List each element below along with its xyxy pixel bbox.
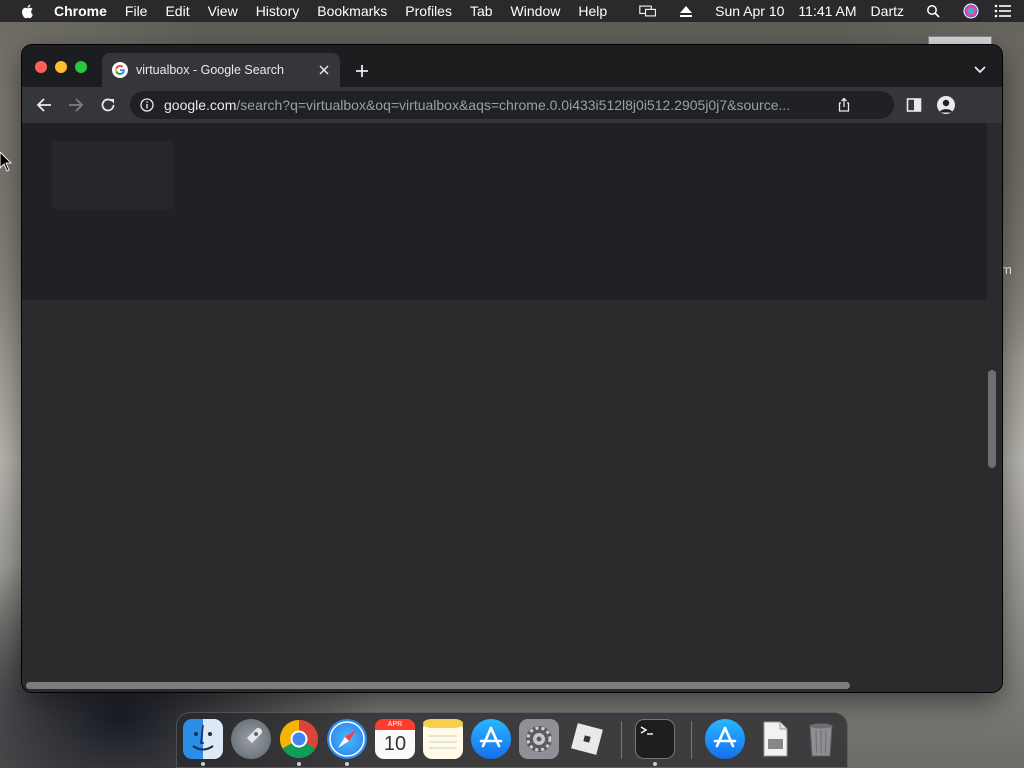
tab-active[interactable]: virtualbox - Google Search [102, 53, 340, 87]
downloads-icon [713, 726, 737, 748]
loading-placeholder [52, 141, 174, 209]
dock-chrome[interactable] [279, 719, 319, 759]
new-tab-button[interactable] [352, 61, 372, 81]
menubar-time[interactable]: 11:41 AM [798, 3, 856, 19]
dock-system-preferences[interactable] [519, 719, 559, 759]
trash-icon [809, 723, 833, 757]
eject-icon[interactable] [677, 3, 695, 19]
dock-trash[interactable] [801, 719, 841, 759]
screen-mirroring-icon[interactable] [639, 3, 657, 19]
menu-file[interactable]: File [125, 3, 148, 19]
desktop-item-label[interactable]: m [1001, 262, 1012, 277]
arrow-left-icon [36, 98, 51, 112]
running-indicator [653, 762, 657, 766]
window-minimize-button[interactable] [55, 61, 67, 73]
terminal-icon [640, 726, 653, 735]
calendar-month: APR [375, 719, 415, 730]
google-favicon-icon [112, 62, 128, 78]
dock-finder[interactable] [183, 719, 223, 759]
running-indicator [297, 762, 301, 766]
share-icon[interactable] [836, 97, 852, 113]
system-preferences-icon [526, 726, 552, 752]
browser-window: virtualbox - Google Search google.com/se… [22, 45, 1002, 692]
page-content[interactable] [22, 123, 1002, 692]
address-bar[interactable]: google.com/search?q=virtualbox&oq=virtua… [130, 91, 894, 119]
dock-safari[interactable] [327, 719, 367, 759]
forward-button[interactable] [66, 95, 86, 115]
menubar-status-area: Sun Apr 10 11:41 AM Dartz [639, 0, 1024, 22]
mouse-pointer-icon [0, 152, 12, 172]
page-header-region [22, 123, 987, 300]
reload-icon [101, 98, 115, 112]
roblox-icon [571, 723, 603, 755]
finder-icon [192, 724, 214, 751]
safari-icon [329, 721, 365, 757]
url-path: /search?q=virtualbox&oq=virtualbox&aqs=c… [236, 97, 791, 113]
tab-strip: virtualbox - Google Search [22, 45, 1002, 87]
site-info-icon[interactable] [140, 98, 154, 112]
siri-icon[interactable] [962, 3, 980, 19]
vertical-scrollbar[interactable] [988, 370, 996, 468]
dock-terminal[interactable] [635, 719, 675, 759]
arrow-right-icon [69, 98, 84, 112]
reload-button[interactable] [98, 95, 118, 115]
launchpad-icon [242, 728, 262, 750]
window-zoom-button[interactable] [75, 61, 87, 73]
side-panel-icon[interactable] [906, 97, 922, 113]
running-indicator [345, 762, 349, 766]
menu-history[interactable]: History [256, 3, 300, 19]
dock-separator [691, 721, 692, 759]
menu-bookmarks[interactable]: Bookmarks [317, 3, 387, 19]
dock-app-store[interactable] [471, 719, 511, 759]
horizontal-scrollbar[interactable] [26, 682, 850, 689]
tab-search-button[interactable] [972, 62, 988, 78]
url-host: google.com [164, 97, 237, 113]
tab-close-icon[interactable] [316, 62, 332, 78]
calendar-day: 10 [383, 733, 407, 755]
menu-view[interactable]: View [208, 3, 238, 19]
menubar-date[interactable]: Sun Apr 10 [715, 3, 784, 19]
dock-separator [621, 721, 622, 759]
menu-help[interactable]: Help [578, 3, 607, 19]
app-store-icon [479, 726, 503, 748]
notes-icon [423, 719, 463, 749]
document-icon [763, 721, 788, 757]
chrome-icon [279, 719, 319, 759]
dock-notes[interactable] [423, 719, 463, 759]
url-text[interactable]: google.com/search?q=virtualbox&oq=virtua… [164, 97, 792, 113]
menu-window[interactable]: Window [511, 3, 561, 19]
window-close-button[interactable] [35, 61, 47, 73]
dock: APR 10 [176, 712, 848, 768]
menu-edit[interactable]: Edit [165, 3, 189, 19]
profile-avatar-icon[interactable] [937, 96, 955, 114]
menu-tab[interactable]: Tab [470, 3, 493, 19]
apple-menu-icon[interactable] [20, 3, 36, 19]
back-button[interactable] [34, 95, 54, 115]
tab-title: virtualbox - Google Search [136, 63, 284, 77]
menu-app-chrome[interactable]: Chrome [54, 3, 107, 19]
browser-toolbar: google.com/search?q=virtualbox&oq=virtua… [22, 87, 1002, 123]
dock-roblox[interactable] [567, 719, 607, 759]
plus-icon [356, 65, 368, 77]
menubar-user[interactable]: Dartz [871, 3, 904, 19]
dock-document[interactable] [755, 719, 795, 759]
chevron-down-icon [974, 66, 986, 74]
menu-bar: Chrome File Edit View History Bookmarks … [0, 0, 1024, 22]
menu-profiles[interactable]: Profiles [405, 3, 452, 19]
spotlight-search-icon[interactable] [924, 3, 942, 19]
running-indicator [201, 762, 205, 766]
dock-calendar[interactable]: APR 10 [375, 719, 415, 759]
dock-downloads[interactable] [705, 719, 745, 759]
control-center-icon[interactable] [994, 3, 1012, 19]
dock-launchpad[interactable] [231, 719, 271, 759]
